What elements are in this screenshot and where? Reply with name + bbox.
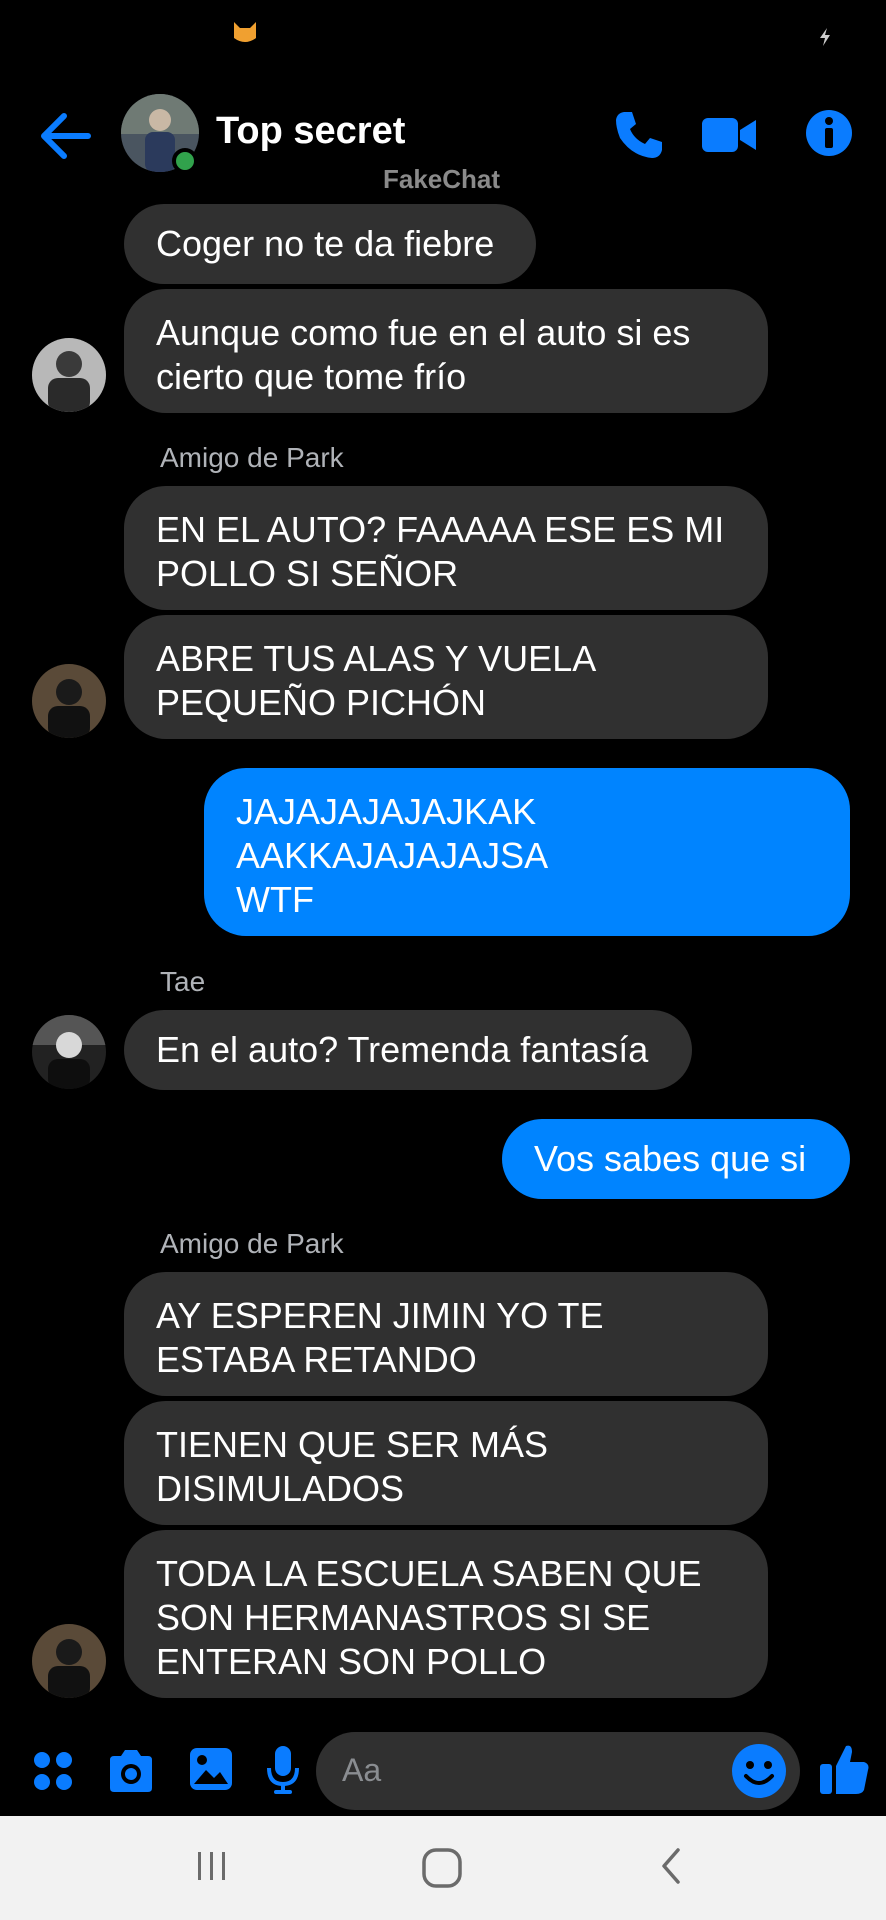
phone-icon[interactable] [612, 108, 666, 162]
message-bubble-outgoing[interactable]: JAJAJAJAJAJKAK AAKKAJAJAJAJSA WTF [204, 768, 850, 936]
message-line: SON HERMANASTROS SI SE [156, 1597, 651, 1638]
message-bubble[interactable]: Coger no te da fiebre [124, 204, 536, 284]
message-line: PEQUEÑO PICHÓN [156, 682, 487, 723]
sender-avatar[interactable] [32, 338, 106, 412]
camera-icon[interactable] [106, 1748, 156, 1794]
message-line: ESTABA RETANDO [156, 1339, 477, 1380]
message-input[interactable]: Aa [316, 1732, 800, 1810]
online-indicator [172, 148, 198, 174]
message-line: TODA LA ESCUELA SABEN QUE [156, 1553, 702, 1594]
apps-icon[interactable] [32, 1750, 74, 1792]
message-line: AY ESPEREN JIMIN YO TE [156, 1295, 604, 1336]
message-line: ABRE TUS ALAS Y VUELA [156, 638, 597, 679]
back-icon[interactable] [656, 1846, 686, 1886]
message-bubble[interactable]: AY ESPEREN JIMIN YO TE ESTABA RETANDO [124, 1272, 768, 1396]
message-line: AAKKAJAJAJAJSA [236, 835, 549, 876]
message-line: ENTERAN SON POLLO [156, 1641, 547, 1682]
message-input-placeholder: Aa [342, 1752, 382, 1788]
emoji-icon[interactable] [730, 1742, 788, 1800]
info-icon[interactable] [804, 108, 854, 158]
message-text: Coger no te da fiebre [156, 223, 495, 264]
charging-icon [820, 28, 830, 46]
watermark: FakeChat [383, 164, 501, 194]
message-bubble[interactable]: TODA LA ESCUELA SABEN QUE SON HERMANASTR… [124, 1530, 768, 1698]
chat-title[interactable]: Top secret [216, 110, 405, 153]
thumbs-up-icon[interactable] [818, 1740, 870, 1796]
message-line: EN EL AUTO? FAAAAA ESE ES MI [156, 509, 725, 550]
message-line: TIENEN QUE SER MÁS [156, 1424, 549, 1465]
home-icon[interactable] [420, 1846, 464, 1890]
gallery-icon[interactable] [188, 1746, 234, 1792]
message-line: WTF [236, 879, 314, 920]
sender-name: Amigo de Park [160, 442, 344, 473]
message-line: POLLO SI SEÑOR [156, 553, 459, 594]
status-bar [0, 0, 886, 70]
recent-apps-icon[interactable] [192, 1846, 232, 1886]
message-composer: Aa [0, 1730, 886, 1816]
message-text: En el auto? Tremenda fantasía [156, 1029, 649, 1070]
message-line: JAJAJAJAJAJKAK [236, 791, 537, 832]
back-arrow-icon[interactable] [36, 108, 98, 164]
cat-icon [234, 22, 256, 42]
message-text: Vos sabes que si [534, 1138, 807, 1179]
system-navigation-bar [0, 1816, 886, 1920]
sender-name: Tae [160, 966, 206, 997]
message-bubble-outgoing[interactable]: Vos sabes que si [502, 1119, 850, 1199]
message-bubble[interactable]: En el auto? Tremenda fantasía [124, 1010, 692, 1090]
microphone-icon[interactable] [266, 1744, 300, 1796]
sender-avatar[interactable] [32, 1624, 106, 1698]
message-bubble[interactable]: TIENEN QUE SER MÁS DISIMULADOS [124, 1401, 768, 1525]
message-line: DISIMULADOS [156, 1468, 405, 1509]
sender-name: Amigo de Park [160, 1228, 344, 1259]
video-call-icon[interactable] [700, 112, 758, 158]
message-bubble[interactable]: Aunque como fue en el auto si es cierto … [124, 289, 768, 413]
message-line: Aunque como fue en el auto si es [156, 312, 691, 353]
message-bubble[interactable]: EN EL AUTO? FAAAAA ESE ES MI POLLO SI SE… [124, 486, 768, 610]
message-line: cierto que tome frío [156, 356, 467, 397]
sender-avatar[interactable] [32, 664, 106, 738]
sender-avatar[interactable] [32, 1015, 106, 1089]
message-bubble[interactable]: ABRE TUS ALAS Y VUELA PEQUEÑO PICHÓN [124, 615, 768, 739]
